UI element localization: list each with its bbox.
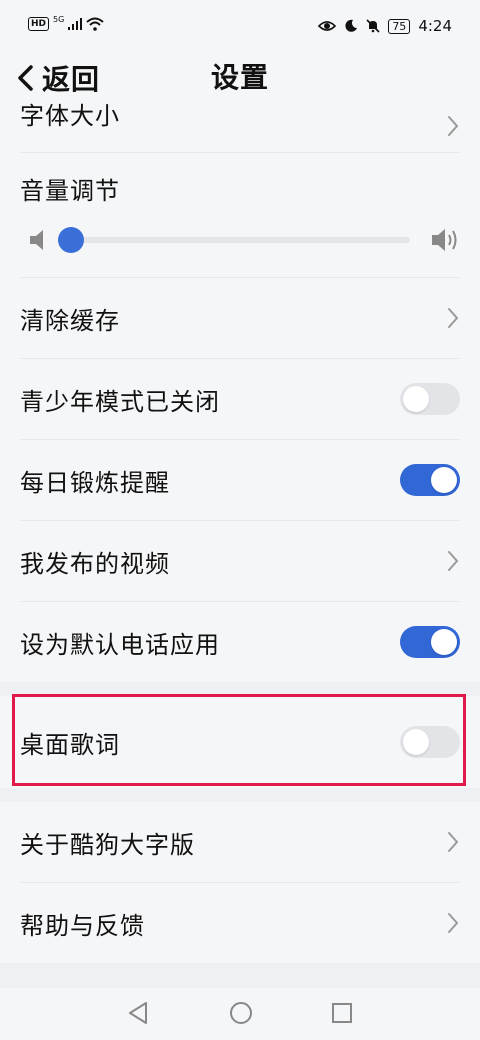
setting-label: 帮助与反馈 [20, 911, 145, 940]
volume-track[interactable] [64, 237, 410, 243]
daily-reminder-toggle[interactable] [400, 464, 460, 496]
volume-thumb[interactable] [58, 227, 84, 253]
setting-my-videos[interactable]: 我发布的视频 [20, 521, 460, 602]
teen-mode-toggle[interactable] [400, 383, 460, 415]
toggle-knob [431, 629, 457, 655]
hd-badge: HD [28, 17, 50, 31]
setting-label: 桌面歌词 [20, 730, 120, 759]
setting-volume: 音量调节 [20, 153, 460, 278]
setting-clear-cache[interactable]: 清除缓存 [20, 278, 460, 359]
battery-level: 75 [388, 18, 411, 34]
setting-font-size[interactable]: 字体大小 [20, 104, 460, 153]
status-right: 75 4:24 [318, 17, 452, 35]
navigation-bar [0, 988, 480, 1040]
volume-high-icon [432, 229, 457, 251]
volume-low-icon [30, 230, 43, 250]
chevron-right-icon [448, 913, 459, 933]
setting-teen-mode: 青少年模式已关闭 [20, 359, 460, 440]
network-type: 5G [53, 14, 65, 24]
bell-off-icon [366, 19, 380, 33]
header: 返回 设置 [0, 52, 480, 104]
chevron-right-icon [448, 551, 459, 571]
chevron-right-icon [448, 308, 459, 328]
setting-label: 我发布的视频 [20, 549, 170, 578]
home-nav-icon[interactable] [228, 1000, 254, 1026]
page-title: 设置 [210, 61, 269, 94]
chevron-right-icon [448, 116, 459, 136]
clock: 4:24 [418, 17, 452, 35]
wifi-icon [86, 17, 104, 31]
section-divider [0, 682, 480, 696]
setting-desktop-lyrics: 桌面歌词 [20, 696, 460, 788]
toggle-knob [403, 729, 429, 755]
volume-slider[interactable] [20, 225, 460, 255]
setting-daily-reminder: 每日锻炼提醒 [20, 440, 460, 521]
setting-label: 设为默认电话应用 [20, 630, 220, 659]
moon-icon [345, 19, 358, 32]
toggle-knob [403, 386, 429, 412]
recents-nav-icon[interactable] [330, 1000, 354, 1026]
section-divider [0, 788, 480, 802]
setting-default-phone: 设为默认电话应用 [20, 602, 460, 682]
setting-label: 关于酷狗大字版 [20, 830, 195, 859]
chevron-right-icon [448, 832, 459, 852]
status-left: HD 5G [28, 14, 104, 31]
status-bar: HD 5G 75 4:24 [0, 0, 480, 52]
setting-label: 每日锻炼提醒 [20, 468, 170, 497]
signal-icon [68, 18, 83, 30]
eye-icon [318, 21, 337, 31]
section-divider [0, 963, 480, 989]
default-phone-toggle[interactable] [400, 626, 460, 658]
setting-label: 字体大小 [20, 102, 120, 130]
setting-label: 清除缓存 [20, 306, 120, 335]
setting-label: 青少年模式已关闭 [20, 387, 220, 416]
settings-list: 字体大小 音量调节 清除缓存 青少年模式已关闭 每日锻炼提醒 我发布的视频 设为… [0, 104, 480, 989]
setting-about[interactable]: 关于酷狗大字版 [20, 802, 460, 883]
setting-label: 音量调节 [20, 177, 120, 205]
back-nav-icon[interactable] [126, 1000, 150, 1026]
desktop-lyrics-toggle[interactable] [400, 726, 460, 758]
toggle-knob [431, 467, 457, 493]
setting-help[interactable]: 帮助与反馈 [20, 883, 460, 963]
